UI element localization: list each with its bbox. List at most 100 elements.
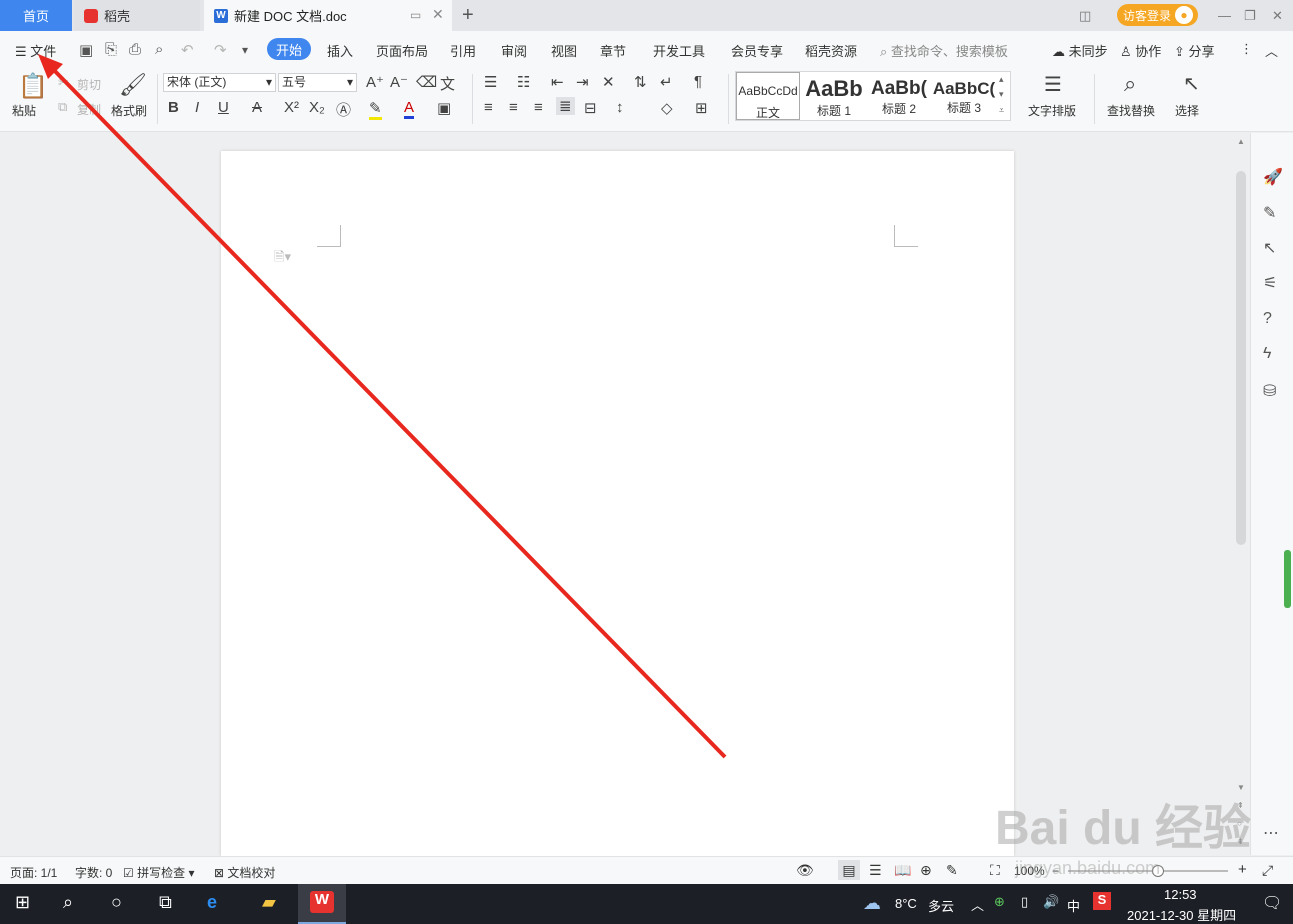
tab-insert[interactable]: 插入	[327, 41, 353, 60]
cursor-icon[interactable]: ↖	[1263, 238, 1276, 258]
justify-icon[interactable]: ≣	[556, 97, 575, 115]
print-icon[interactable]: ⎙	[129, 41, 141, 58]
underline-icon[interactable]: U	[218, 99, 229, 116]
tab-close-icon[interactable]: ✕	[432, 6, 444, 23]
window-close-icon[interactable]: ✕	[1272, 8, 1283, 24]
weather-desc[interactable]: 多云	[928, 896, 954, 915]
customize-toolbar-icon[interactable]: ▾	[242, 43, 248, 57]
print-preview-icon[interactable]: ⌕	[155, 41, 163, 58]
style-heading-2[interactable]: AaBb( 标题 2	[867, 72, 931, 120]
select-button[interactable]: 选择	[1175, 102, 1199, 119]
format-painter-icon[interactable]: 🖌	[119, 72, 147, 98]
tray-app-icon[interactable]: ⊕	[994, 894, 1005, 910]
writing-mode-icon[interactable]: ✎	[946, 862, 958, 879]
help-icon[interactable]: ?	[1263, 310, 1272, 328]
line-spacing-icon[interactable]: ↕	[616, 99, 624, 116]
restore-icon[interactable]: ❐	[1244, 8, 1256, 24]
sync-button[interactable]: ☁ 未同步	[1052, 41, 1108, 60]
align-left-icon[interactable]: ≡	[484, 99, 493, 116]
vertical-scrollbar[interactable]: ▲ ▼ ⇞ ○ ⇟	[1234, 133, 1248, 855]
volume-icon[interactable]: 🔊	[1043, 894, 1059, 910]
fullscreen-icon[interactable]: ⤢	[1262, 862, 1273, 879]
style-heading-1[interactable]: AaBb 标题 1	[802, 72, 866, 120]
clear-format-icon[interactable]: ⌫	[416, 73, 437, 91]
styles-scroll-down-icon[interactable]: ▾	[999, 89, 1004, 100]
decrease-indent-icon[interactable]: ⇤	[551, 73, 564, 91]
settings-sliders-icon[interactable]: ⚟	[1263, 273, 1277, 293]
tab-references[interactable]: 引用	[450, 41, 476, 60]
copy-button[interactable]: 复制	[77, 101, 101, 118]
word-count[interactable]: 字数: 0	[75, 864, 112, 881]
tab-daoke-resources[interactable]: 稻壳资源	[805, 41, 857, 60]
paste-button[interactable]: 粘贴	[12, 102, 36, 119]
lightning-icon[interactable]: ϟ	[1263, 345, 1271, 363]
font-size-select[interactable]: 五号 ▾	[278, 73, 357, 92]
tab-start[interactable]: 开始	[267, 38, 311, 60]
align-center-icon[interactable]: ≡	[509, 99, 518, 116]
more-dots-icon[interactable]: ⋯	[1263, 823, 1279, 843]
text-effect-icon[interactable]: Ⓐ	[336, 99, 351, 120]
subscript-icon[interactable]: X₂	[309, 99, 325, 116]
superscript-icon[interactable]: X²	[284, 99, 299, 116]
tab-section[interactable]: 章节	[600, 41, 626, 60]
wps-taskbar-button[interactable]: W	[298, 884, 346, 924]
text-layout-icon[interactable]: ☰	[1044, 72, 1062, 97]
font-shrink-icon[interactable]: A⁻	[390, 73, 408, 91]
select-cursor-icon[interactable]: ↖	[1183, 71, 1200, 96]
web-view-icon[interactable]: ⊕	[920, 862, 932, 879]
tray-expand-icon[interactable]: ︿	[971, 895, 984, 914]
rocket-icon[interactable]: 🚀	[1263, 167, 1283, 187]
highlight-icon[interactable]: ✎	[369, 99, 382, 120]
text-direction-icon[interactable]: ⇅	[634, 73, 647, 91]
command-search[interactable]: ⌕ 查找命令、搜索模板	[880, 41, 1008, 60]
taskbar-search-icon[interactable]: ⌕	[63, 892, 73, 913]
borders-icon[interactable]: ⊞	[695, 99, 708, 117]
windows-start-icon[interactable]: ⊞	[15, 892, 30, 913]
bold-icon[interactable]: B	[168, 99, 179, 116]
new-tab-button[interactable]: +	[462, 0, 482, 31]
export-pdf-icon[interactable]: ⎘	[105, 41, 117, 58]
font-name-select[interactable]: 宋体 (正文) ▾	[163, 73, 276, 92]
bullet-list-icon[interactable]: ☰	[484, 73, 497, 91]
scrollbar-thumb[interactable]	[1236, 171, 1246, 545]
collab-button[interactable]: ♙ 协作	[1120, 41, 1161, 60]
text-layout-button[interactable]: 文字排版	[1028, 102, 1076, 119]
file-explorer-icon[interactable]: ▰	[262, 892, 276, 913]
styles-scroll-up-icon[interactable]: ▴	[999, 74, 1004, 85]
weather-temp[interactable]: 8°C	[895, 896, 917, 911]
clock-date[interactable]: 2021-12-30 星期四	[1127, 905, 1236, 924]
styles-more-icon[interactable]: ⩡	[999, 105, 1004, 116]
show-marks-icon[interactable]: ¶	[694, 73, 702, 90]
save-icon[interactable]: ▣	[79, 41, 93, 59]
fit-page-icon[interactable]: ⛶	[990, 862, 1000, 879]
format-painter-button[interactable]: 格式刷	[111, 102, 147, 119]
clock-time[interactable]: 12:53	[1164, 887, 1197, 902]
task-view-icon[interactable]: ⧉	[159, 892, 172, 913]
distributed-align-icon[interactable]: ⊟	[584, 99, 597, 117]
ie-browser-icon[interactable]: e	[207, 892, 217, 913]
cortana-icon[interactable]: ○	[111, 892, 122, 913]
spell-check-button[interactable]: ☑ 拼写检查 ▾	[123, 864, 195, 881]
find-replace-button[interactable]: 查找替换	[1107, 102, 1155, 119]
strikethrough-icon[interactable]: A	[252, 99, 262, 116]
page-indicator[interactable]: 页面: 1/1	[10, 864, 57, 881]
char-shading-icon[interactable]: ▣	[437, 99, 451, 117]
document-page[interactable]: 🗎▾	[221, 151, 1014, 856]
chinese-layout-icon[interactable]: ✕	[602, 73, 615, 91]
cut-button[interactable]: 剪切	[77, 76, 101, 93]
battery-icon[interactable]: ▯	[1021, 894, 1028, 910]
find-replace-icon[interactable]: ⌕	[1124, 71, 1136, 97]
tab-document[interactable]: W 新建 DOC 文档.doc ▭ ✕	[204, 0, 452, 31]
visitor-login-button[interactable]: 访客登录 ●	[1117, 4, 1198, 26]
paragraph-options-icon[interactable]: 🗎▾	[274, 248, 291, 270]
tab-daoke[interactable]: 稻壳	[74, 0, 200, 31]
phonetic-guide-icon[interactable]: 文	[440, 73, 455, 94]
italic-icon[interactable]: I	[195, 99, 199, 116]
font-color-icon[interactable]: A	[404, 99, 415, 119]
notification-icon[interactable]: 🗨	[1262, 893, 1282, 913]
scroll-up-icon[interactable]: ▲	[1237, 137, 1245, 146]
more-options-icon[interactable]: ⋮	[1240, 41, 1253, 57]
sogou-ime-icon[interactable]: S	[1093, 892, 1111, 910]
font-grow-icon[interactable]: A⁺	[366, 73, 384, 91]
page-view-icon[interactable]: ▤	[838, 860, 860, 880]
